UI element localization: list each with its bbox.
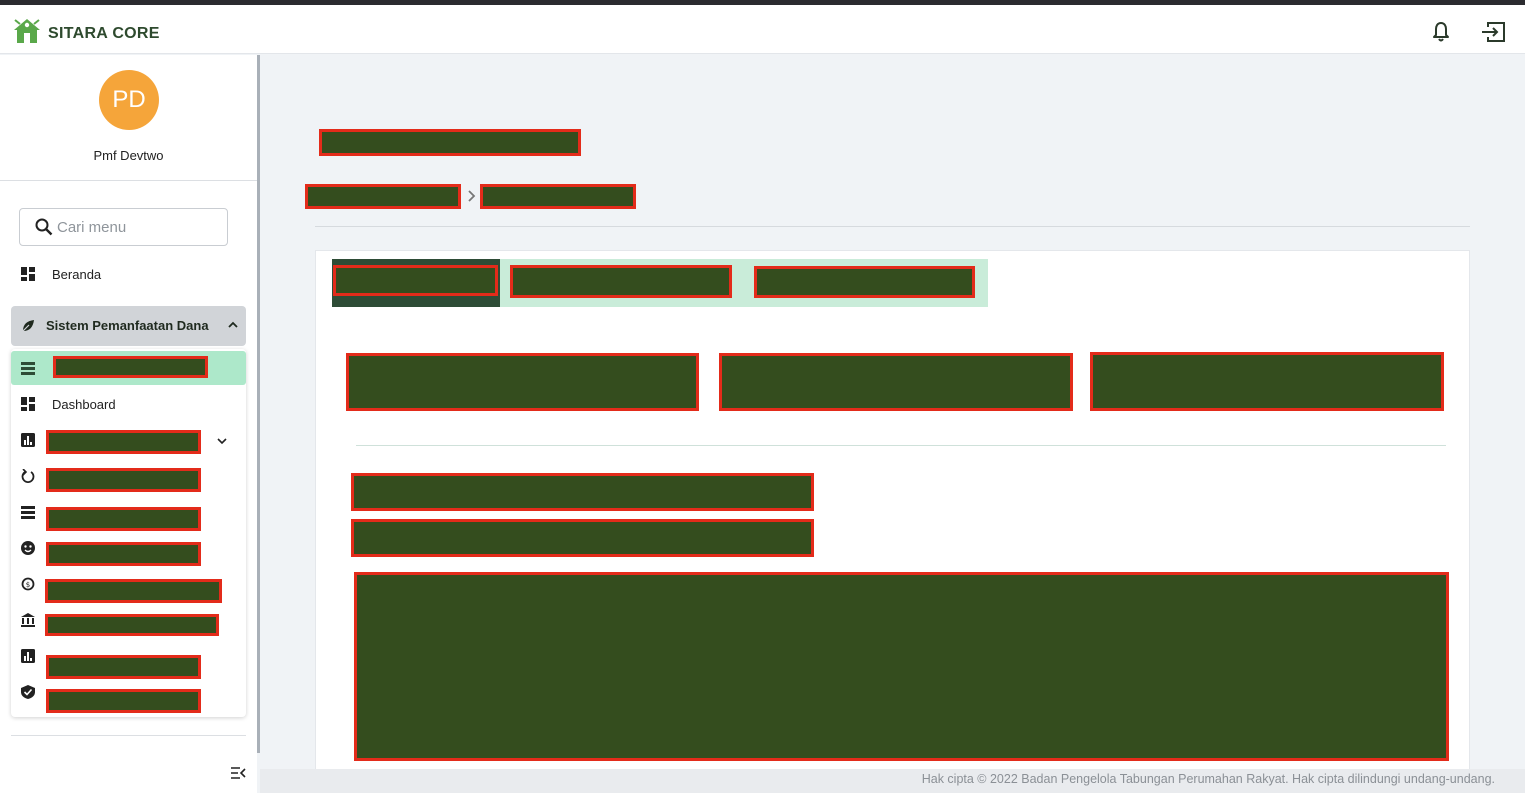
currency-exchange-icon: $ bbox=[21, 577, 35, 591]
redacted-menu-label bbox=[45, 614, 219, 636]
leaf-icon bbox=[21, 320, 34, 333]
dashboard-grid-icon bbox=[21, 397, 35, 411]
breadcrumb-chevron-icon bbox=[468, 190, 476, 202]
sidebar: PD Pmf Devtwo Beranda Sistem Pemanfaatan… bbox=[0, 55, 257, 793]
chevron-down-icon bbox=[217, 438, 227, 445]
sidebar-group-sistem-pemanfaatan-dana[interactable]: Sistem Pemanfaatan Dana bbox=[11, 306, 246, 346]
sidebar-bottom-divider bbox=[11, 735, 246, 736]
shield-check-icon bbox=[21, 685, 35, 699]
redacted-breadcrumb-item[interactable] bbox=[305, 184, 461, 209]
sidebar-group-label: Sistem Pemanfaatan Dana bbox=[46, 318, 209, 333]
redacted-menu-label bbox=[53, 356, 208, 378]
avatar[interactable]: PD bbox=[99, 70, 159, 130]
redacted-page-title bbox=[319, 129, 581, 156]
sidebar-item-label: Beranda bbox=[52, 267, 102, 282]
bank-icon bbox=[21, 613, 35, 627]
profile-divider bbox=[0, 180, 257, 181]
redacted-menu-label bbox=[46, 430, 201, 454]
redacted-menu-label bbox=[46, 507, 201, 531]
redacted-menu-label bbox=[46, 542, 201, 566]
bell-icon[interactable] bbox=[1429, 20, 1453, 44]
submenu-item-dashboard[interactable]: Dashboard bbox=[11, 387, 246, 421]
list-icon bbox=[21, 362, 35, 375]
sidebar-item-beranda[interactable]: Beranda bbox=[11, 256, 246, 292]
app-brand[interactable]: SITARA CORE bbox=[48, 25, 160, 43]
chevron-up-icon bbox=[228, 321, 238, 328]
redacted-menu-label bbox=[46, 655, 201, 679]
top-bar: SITARA CORE bbox=[0, 5, 1525, 54]
refresh-icon bbox=[21, 469, 35, 483]
footer-copyright: Hak cipta © 2022 Badan Pengelola Tabunga… bbox=[921, 772, 1495, 786]
redacted-summary-field bbox=[346, 353, 699, 411]
redacted-tab-label[interactable] bbox=[510, 265, 732, 298]
redacted-content-block bbox=[354, 572, 1449, 761]
redacted-tab-label[interactable] bbox=[333, 265, 498, 296]
bar-chart-icon bbox=[21, 433, 35, 447]
sidebar-scroll-edge bbox=[257, 55, 260, 753]
redacted-tab-label[interactable] bbox=[754, 266, 975, 298]
bar-chart-icon bbox=[21, 649, 35, 663]
smiley-icon bbox=[21, 541, 35, 555]
page-header-divider bbox=[315, 226, 1470, 227]
svg-text:$: $ bbox=[26, 581, 30, 589]
redacted-menu-label bbox=[46, 468, 201, 492]
user-name: Pmf Devtwo bbox=[93, 148, 164, 163]
submenu-item-label: Dashboard bbox=[52, 397, 116, 412]
collapse-sidebar-icon[interactable] bbox=[230, 766, 246, 780]
redacted-form-field bbox=[351, 519, 814, 557]
list-icon bbox=[21, 506, 35, 519]
redacted-breadcrumb-item[interactable] bbox=[480, 184, 636, 209]
search-icon bbox=[35, 218, 53, 236]
redacted-summary-field bbox=[719, 353, 1073, 411]
dashboard-grid-icon bbox=[21, 267, 35, 281]
redacted-summary-field bbox=[1090, 352, 1444, 411]
logout-icon[interactable] bbox=[1479, 20, 1507, 44]
card-divider bbox=[356, 445, 1446, 446]
house-logo-icon[interactable] bbox=[11, 15, 43, 47]
footer: Hak cipta © 2022 Badan Pengelola Tabunga… bbox=[260, 769, 1525, 793]
search-input[interactable] bbox=[57, 217, 217, 237]
redacted-menu-label bbox=[46, 689, 201, 713]
redacted-form-field bbox=[351, 473, 814, 511]
menu-search[interactable] bbox=[19, 208, 228, 246]
redacted-menu-label bbox=[45, 579, 222, 603]
